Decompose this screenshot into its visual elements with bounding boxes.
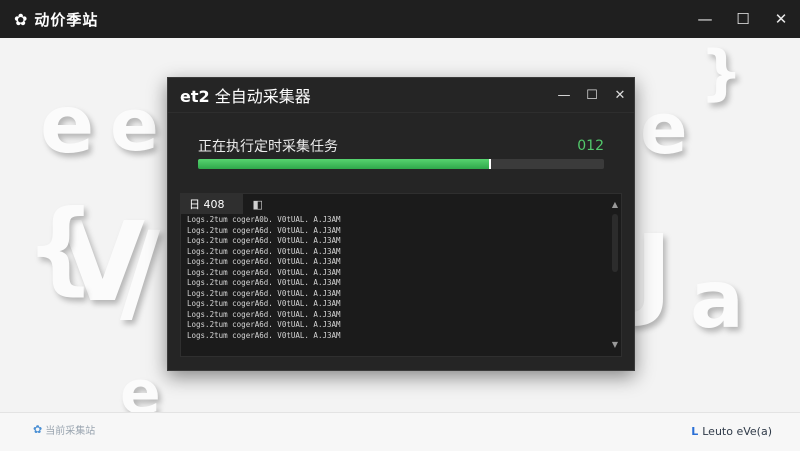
background-art-glyph: e <box>640 88 688 170</box>
app-title-group: ✿ 动价季站 <box>0 9 98 30</box>
footer-right[interactable]: L Leuto eVe(a) <box>691 425 772 438</box>
task-count: 012 <box>577 138 604 154</box>
log-line: Logs.2tum cogerA6d. V0tUAL. A.J3AM <box>187 225 341 235</box>
log-line: Logs.2tum cogerA6d. V0tUAL. A.J3AM <box>187 320 341 329</box>
log-line: Logs.2tum cogerA6d. V0tUAL. A.J3AM <box>187 330 341 340</box>
log-lines: Logs.2tum cogerA0b. V0tUAL. A.J3AM Logs.2… <box>181 214 607 354</box>
background-art-glyph: e <box>40 78 95 171</box>
dialog-title-text: 全自动采集器 <box>209 87 311 106</box>
tab-log[interactable]: 日 408 <box>181 194 243 214</box>
log-scrollbar[interactable]: ▲ ▼ <box>609 194 621 354</box>
footer-brand-mark: L <box>691 425 699 438</box>
background-art-glyph: } <box>700 38 743 108</box>
log-line: Logs.2tum cogerA6d. V0tUAL. A.J3AM <box>187 257 341 266</box>
log-line: Logs.2tum cogerA6d. V0tUAL. A.J3AM <box>187 236 341 245</box>
app-title: 动价季站 <box>34 10 99 29</box>
progress-fill <box>198 159 491 169</box>
log-line: Logs.2tum cogerA6d. V0tUAL. A.J3AM <box>187 309 341 319</box>
task-status-row: 正在执行定时采集任务 012 <box>198 136 604 156</box>
log-line: Logs.2tum cogerA6d. V0tUAL. A.J3AM <box>187 267 341 277</box>
panel-toggle-icon[interactable]: ◧ <box>243 198 273 211</box>
log-tabs: 日 408 ◧ <box>181 194 621 214</box>
log-panel: 日 408 ◧ Logs.2tum cogerA0b. V0tUAL. A.J3… <box>180 193 622 357</box>
maximize-button[interactable]: ☐ <box>724 0 762 38</box>
dialog-title-brand: et2 <box>180 87 210 106</box>
close-button[interactable]: ✕ <box>762 0 800 38</box>
dialog-close-button[interactable]: ✕ <box>606 78 634 112</box>
background-art-glyph: J <box>635 213 673 330</box>
flower-icon: ✿ <box>33 423 43 436</box>
dialog-minimize-button[interactable]: — <box>550 78 578 112</box>
dialog-window-controls: — ☐ ✕ <box>550 78 634 112</box>
background-art-glyph: { <box>25 188 97 305</box>
background-art-glyph: / <box>120 208 161 336</box>
scroll-up-icon[interactable]: ▲ <box>609 198 621 210</box>
progress-marker <box>489 159 492 169</box>
flower-icon: ✿ <box>14 9 29 29</box>
footer-right-text: Leuto eVe(a) <box>702 425 772 438</box>
dialog-title: et2 全自动采集器 <box>168 83 311 107</box>
progress-bar <box>198 159 604 169</box>
background-art-glyph: a <box>690 253 744 346</box>
collector-dialog: et2 全自动采集器 — ☐ ✕ 正在执行定时采集任务 012 日 408 ◧ … <box>167 77 635 371</box>
log-line: Logs.2tum cogerA6d. V0tUAL. A.J3AM <box>187 299 341 308</box>
dialog-maximize-button[interactable]: ☐ <box>578 78 606 112</box>
dialog-titlebar: et2 全自动采集器 — ☐ ✕ <box>168 78 634 113</box>
log-line: Logs.2tum cogerA6d. V0tUAL. A.J3AM <box>187 278 341 287</box>
app-titlebar: ✿ 动价季站 — ☐ ✕ <box>0 0 800 38</box>
footer-left: ✿ 当前采集站 <box>33 422 95 437</box>
minimize-button[interactable]: — <box>686 0 724 38</box>
log-line: Logs.2tum cogerA0b. V0tUAL. A.J3AM <box>187 215 341 224</box>
scroll-thumb[interactable] <box>612 214 618 272</box>
log-line: Logs.2tum cogerA6d. V0tUAL. A.J3AM <box>187 288 341 298</box>
window-controls: — ☐ ✕ <box>686 0 800 38</box>
log-line: Logs.2tum cogerA6d. V0tUAL. A.J3AM <box>187 246 341 256</box>
footer-left-text: 当前采集站 <box>45 426 96 437</box>
scroll-down-icon[interactable]: ▼ <box>609 338 621 350</box>
app-footer: ✿ 当前采集站 L Leuto eVe(a) <box>0 412 800 451</box>
task-status-label: 正在执行定时采集任务 <box>198 139 338 155</box>
background-art-glyph: e <box>110 83 159 167</box>
